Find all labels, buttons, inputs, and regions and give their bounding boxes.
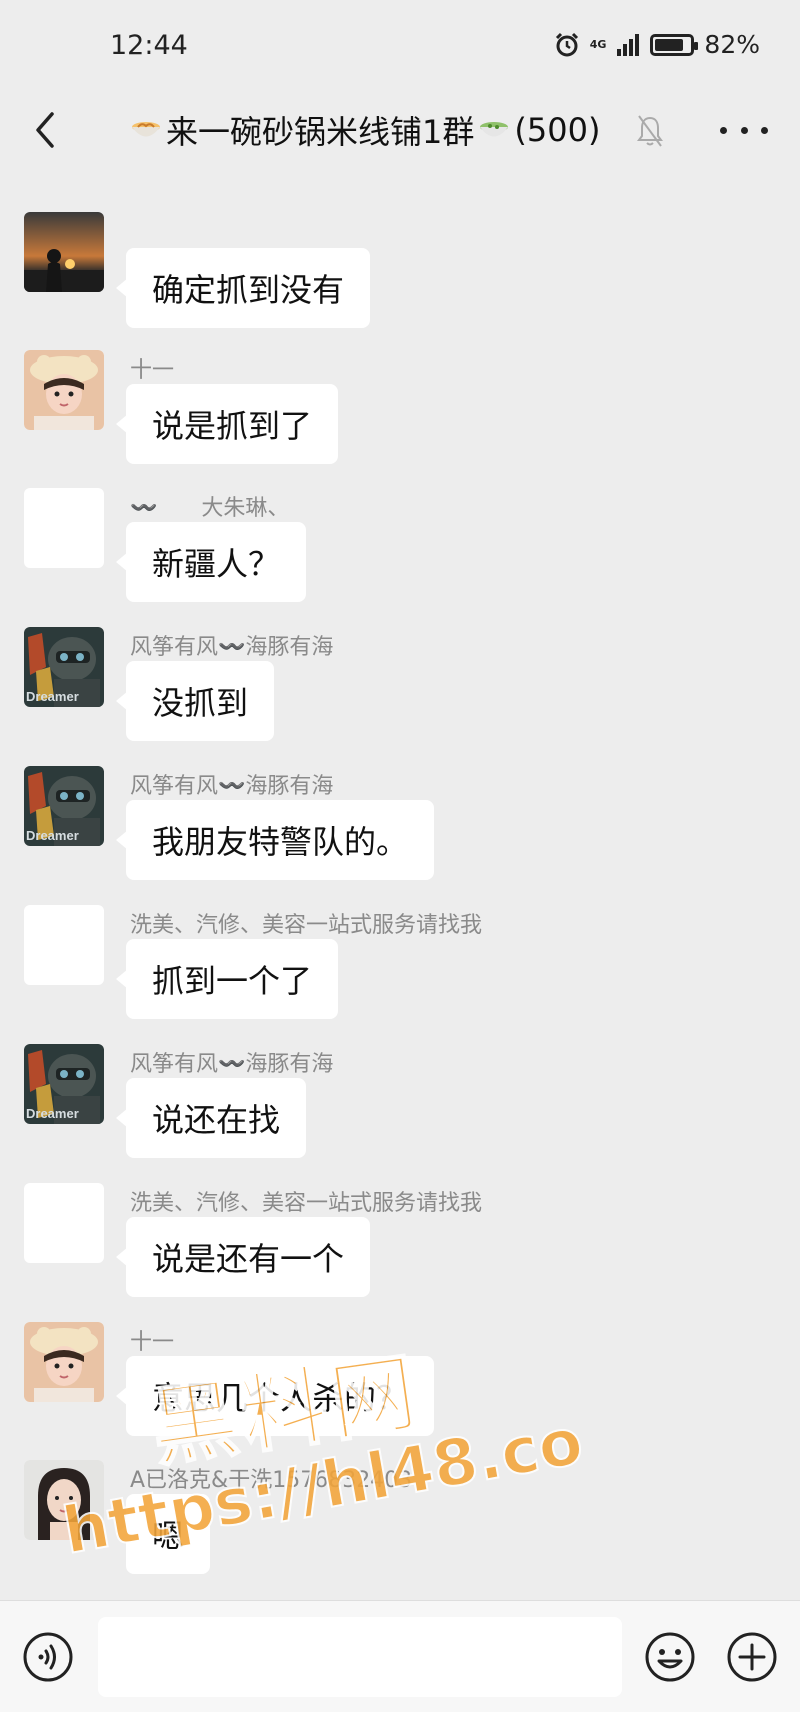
status-bar: 12:44 4G 82% [0, 0, 800, 90]
plus-icon[interactable] [726, 1631, 778, 1683]
sender-name: 风筝有风〰️海豚有海 [130, 774, 334, 799]
soup-bowl-icon [480, 122, 509, 137]
message-bubble[interactable]: 确定抓到没有 [115, 248, 371, 328]
battery-icon [650, 33, 699, 56]
message-bubble[interactable]: 嗯 [115, 1494, 211, 1574]
message-bubble[interactable]: 我朋友特警队的。 [115, 800, 435, 880]
message-bubble[interactable]: 抓到一个了 [115, 939, 339, 1019]
avatar[interactable] [24, 1322, 104, 1402]
sender-name: 风筝有风〰️海豚有海 [130, 635, 334, 660]
battery-text: 82% [704, 30, 760, 59]
sender-name: 洗美、汽修、美容一站式服务请找我 [130, 913, 483, 938]
network-type-icon: 4G [589, 38, 607, 51]
svg-text:Dreamer: Dreamer [26, 828, 79, 843]
message-list[interactable]: 确定抓到没有 十一 说是抓到了 〰️ 大朱琳、 新疆人？ Dreamer 风筝有… [0, 170, 800, 1600]
status-time: 12:44 [110, 30, 188, 61]
sender-name: A已洛克&干洗1576832403 [130, 1468, 413, 1493]
dreamer-gamer-avatar: Dreamer [24, 627, 104, 707]
avatar[interactable] [24, 488, 104, 568]
svg-text:Dreamer: Dreamer [26, 1106, 79, 1121]
more-options-icon[interactable] [720, 114, 768, 146]
alarm-icon [555, 32, 578, 56]
girl-with-hat-avatar [24, 350, 104, 430]
svg-text:Dreamer: Dreamer [26, 689, 79, 704]
sender-name: 〰️ 大朱琳、 [130, 496, 290, 521]
status-icons: 4G 82% [554, 30, 760, 59]
message-input[interactable] [98, 1617, 622, 1697]
emoji-icon[interactable] [644, 1631, 696, 1683]
sender-name: 风筝有风〰️海豚有海 [130, 1052, 334, 1077]
mute-bell-icon [637, 115, 663, 147]
back-arrow-icon[interactable] [24, 104, 72, 156]
message-bubble[interactable]: 说是抓到了 [115, 384, 339, 464]
message-bubble[interactable]: 说还在找 [115, 1078, 307, 1158]
message-bubble[interactable]: 说是还有一个 [115, 1217, 371, 1297]
message-bubble[interactable]: 意思几个人杀的？ [115, 1356, 435, 1436]
member-count: (500) [514, 111, 601, 149]
avatar[interactable] [24, 212, 104, 292]
avatar[interactable] [24, 1460, 104, 1540]
avatar[interactable] [24, 1183, 104, 1263]
dreamer-gamer-avatar: Dreamer [24, 766, 104, 846]
avatar[interactable]: Dreamer [24, 1044, 104, 1124]
woman-portrait-avatar [24, 1460, 104, 1540]
dreamer-gamer-avatar: Dreamer [24, 1044, 104, 1124]
sender-name: 十一 [130, 358, 175, 383]
message-composer [0, 1600, 800, 1712]
battery-fill [655, 38, 684, 51]
avatar[interactable]: Dreamer [24, 766, 104, 846]
message-bubble[interactable]: 新疆人？ [115, 522, 307, 602]
sender-name: 十一 [130, 1330, 175, 1355]
avatar[interactable] [24, 350, 104, 430]
avatar[interactable]: Dreamer [24, 627, 104, 707]
chat-title-text: 来一碗砂锅米线铺1群 [166, 113, 475, 151]
voice-input-icon[interactable] [22, 1631, 74, 1683]
avatar[interactable] [24, 905, 104, 985]
chat-header: 来一碗砂锅米线铺1群 (500) [0, 90, 800, 170]
girl-with-hat-avatar [24, 1322, 104, 1402]
signal-icon [617, 33, 640, 56]
noodle-bowl-icon [132, 122, 160, 137]
sender-name: 洗美、汽修、美容一站式服务请找我 [130, 1191, 483, 1216]
message-bubble[interactable]: 没抓到 [115, 661, 275, 741]
sunset-silhouette-avatar [24, 212, 104, 292]
chat-title: 来一碗砂锅米线铺1群 (500) [130, 104, 600, 156]
